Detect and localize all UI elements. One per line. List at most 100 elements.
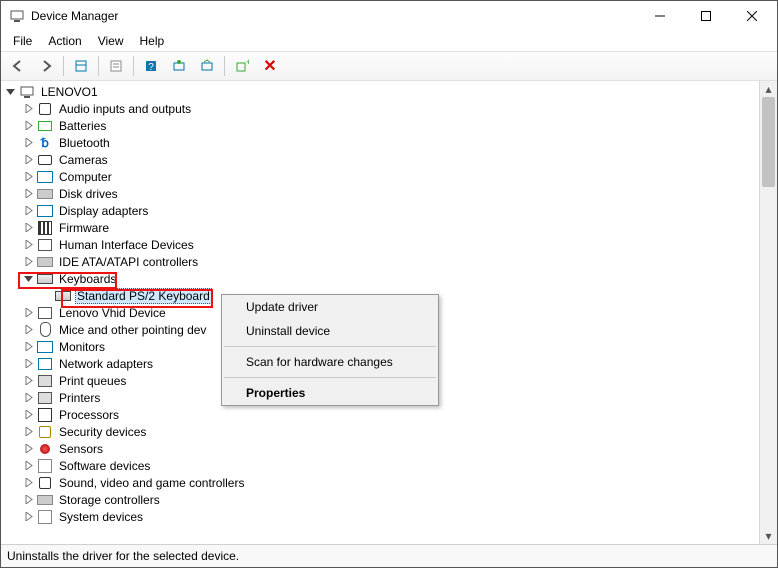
expand-icon[interactable]	[21, 357, 35, 371]
tree-item-label[interactable]: Sound, video and game controllers	[57, 476, 246, 490]
tree-category[interactable]: ␢Bluetooth	[3, 134, 759, 151]
add-legacy-button[interactable]: +	[229, 53, 255, 79]
expand-icon[interactable]	[21, 391, 35, 405]
scroll-down-icon[interactable]: ▾	[760, 528, 777, 544]
collapse-icon[interactable]	[3, 85, 17, 99]
menu-action[interactable]: Action	[40, 32, 89, 50]
tree-item-label[interactable]: Print queues	[57, 374, 128, 388]
properties-button[interactable]	[103, 53, 129, 79]
tree-item-label[interactable]: Disk drives	[57, 187, 120, 201]
tree-item-label[interactable]: Cameras	[57, 153, 110, 167]
expand-icon[interactable]	[21, 306, 35, 320]
collapse-icon[interactable]	[21, 272, 35, 286]
menu-view[interactable]: View	[90, 32, 132, 50]
tree-item-label[interactable]: Security devices	[57, 425, 148, 439]
expand-icon[interactable]	[21, 153, 35, 167]
update-driver-button[interactable]	[166, 53, 192, 79]
chip-icon	[37, 220, 53, 236]
toolbar-sep	[63, 56, 64, 76]
uninstall-button[interactable]: ✕	[257, 53, 283, 79]
tree-item-label[interactable]: IDE ATA/ATAPI controllers	[57, 255, 200, 269]
tree-category[interactable]: Firmware	[3, 219, 759, 236]
tree-category[interactable]: Sound, video and game controllers	[3, 474, 759, 491]
context-menu-item[interactable]: Scan for hardware changes	[222, 350, 438, 374]
scroll-up-icon[interactable]: ▴	[760, 81, 777, 97]
help-button[interactable]: ?	[138, 53, 164, 79]
back-button[interactable]	[5, 53, 31, 79]
tree-item-label[interactable]: Lenovo Vhid Device	[57, 306, 168, 320]
menu-file[interactable]: File	[5, 32, 40, 50]
expand-icon[interactable]	[21, 221, 35, 235]
expand-icon[interactable]	[21, 255, 35, 269]
tree-category[interactable]: Cameras	[3, 151, 759, 168]
context-menu-item[interactable]: Update driver	[222, 295, 438, 319]
maximize-button[interactable]	[683, 1, 729, 31]
display-icon	[37, 203, 53, 219]
minimize-button[interactable]	[637, 1, 683, 31]
tree-category[interactable]: IDE ATA/ATAPI controllers	[3, 253, 759, 270]
tree-category[interactable]: Keyboards	[3, 270, 759, 287]
tree-item-label[interactable]: Storage controllers	[57, 493, 162, 507]
tree-category[interactable]: System devices	[3, 508, 759, 525]
expand-icon[interactable]	[21, 442, 35, 456]
tree-category[interactable]: Audio inputs and outputs	[3, 100, 759, 117]
tree-category[interactable]: Software devices	[3, 457, 759, 474]
tree-item-label[interactable]: Sensors	[57, 442, 105, 456]
expand-icon[interactable]	[21, 425, 35, 439]
tree-category[interactable]: Sensors	[3, 440, 759, 457]
tree-item-label[interactable]: System devices	[57, 510, 145, 524]
expand-icon[interactable]	[21, 493, 35, 507]
context-menu-item[interactable]: Uninstall device	[222, 319, 438, 343]
expand-icon[interactable]	[21, 204, 35, 218]
printer-icon	[37, 373, 53, 389]
tree-item-label[interactable]: Audio inputs and outputs	[57, 102, 193, 116]
expand-icon[interactable]	[21, 374, 35, 388]
show-hidden-button[interactable]	[68, 53, 94, 79]
expand-icon[interactable]	[21, 340, 35, 354]
expand-icon[interactable]	[21, 510, 35, 524]
drive-icon	[37, 492, 53, 508]
scroll-thumb[interactable]	[762, 97, 775, 187]
tree-item-label[interactable]: Processors	[57, 408, 121, 422]
tree-item-label[interactable]: Bluetooth	[57, 136, 112, 150]
tree-item-label[interactable]: Monitors	[57, 340, 107, 354]
tree-category[interactable]: Display adapters	[3, 202, 759, 219]
menu-help[interactable]: Help	[132, 32, 173, 50]
tree-category[interactable]: Batteries	[3, 117, 759, 134]
expand-icon[interactable]	[21, 459, 35, 473]
close-button[interactable]	[729, 1, 775, 31]
expand-icon[interactable]	[21, 102, 35, 116]
expand-icon[interactable]	[21, 119, 35, 133]
expand-icon[interactable]	[21, 408, 35, 422]
tree-item-label[interactable]: Printers	[57, 391, 102, 405]
tree-item-label[interactable]: Network adapters	[57, 357, 155, 371]
vertical-scrollbar[interactable]: ▴ ▾	[759, 81, 777, 544]
context-menu-item[interactable]: Properties	[222, 381, 438, 405]
tree-item-label[interactable]: Computer	[57, 170, 114, 184]
scan-hardware-button[interactable]	[194, 53, 220, 79]
expand-icon[interactable]	[21, 170, 35, 184]
window-title: Device Manager	[31, 9, 637, 23]
tree-category[interactable]: Processors	[3, 406, 759, 423]
tree-category[interactable]: Storage controllers	[3, 491, 759, 508]
tree-item-label[interactable]: Batteries	[57, 119, 108, 133]
expand-icon[interactable]	[21, 136, 35, 150]
tree-category[interactable]: Human Interface Devices	[3, 236, 759, 253]
tree-category[interactable]: Disk drives	[3, 185, 759, 202]
tree-category[interactable]: Computer	[3, 168, 759, 185]
forward-button[interactable]	[33, 53, 59, 79]
expand-icon[interactable]	[21, 323, 35, 337]
tree-root-label[interactable]: LENOVO1	[39, 85, 100, 99]
tree-item-label[interactable]: Firmware	[57, 221, 111, 235]
tree-item-label[interactable]: Human Interface Devices	[57, 238, 196, 252]
expand-icon[interactable]	[21, 238, 35, 252]
tree-device-label[interactable]: Standard PS/2 Keyboard	[75, 288, 212, 304]
tree-category[interactable]: Security devices	[3, 423, 759, 440]
tree-item-label[interactable]: Keyboards	[57, 272, 118, 286]
tree-item-label[interactable]: Software devices	[57, 459, 152, 473]
tree-item-label[interactable]: Display adapters	[57, 204, 150, 218]
tree-item-label[interactable]: Mice and other pointing dev	[57, 323, 208, 337]
expand-icon[interactable]	[21, 476, 35, 490]
expand-icon[interactable]	[21, 187, 35, 201]
system-icon	[37, 458, 53, 474]
